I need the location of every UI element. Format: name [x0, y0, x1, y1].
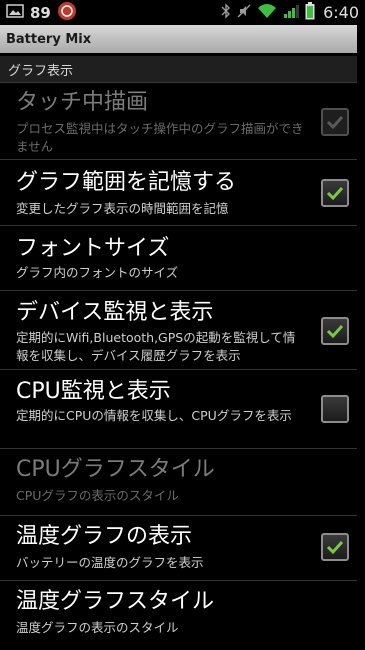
app-title: Battery Mix: [6, 31, 92, 47]
pref-cpu-monitor[interactable]: CPU監視と表示 定期的にCPUの情報を収集し、CPUグラフを表示: [0, 371, 358, 449]
notification-count: 89: [30, 3, 51, 22]
pref-title: 温度グラフの表示: [16, 524, 193, 549]
clock: 6:40: [323, 3, 359, 22]
pref-title: フォントサイズ: [16, 236, 170, 261]
checkbox[interactable]: [321, 179, 349, 207]
check-icon: [326, 115, 344, 130]
mute-icon: [237, 3, 251, 23]
image-icon: [6, 3, 24, 22]
category-header: グラフ表示: [0, 56, 358, 83]
pref-title: デバイス監視と表示: [16, 300, 214, 325]
category-label: グラフ表示: [8, 63, 74, 79]
scrollbar-track: [357, 25, 365, 650]
status-bar: 89 6:40: [0, 0, 365, 25]
pref-summary: グラフ内のフォントのサイズ: [16, 265, 179, 280]
pref-summary: 温度グラフの表示のスタイル: [16, 620, 179, 635]
pref-summary: バッテリーの温度のグラフを表示: [16, 555, 204, 570]
bluetooth-icon: [221, 2, 231, 23]
app-title-bar: Battery Mix: [0, 25, 363, 53]
pref-title: CPU監視と表示: [16, 379, 171, 404]
pref-temp-graph[interactable]: 温度グラフの表示 バッテリーの温度のグラフを表示: [0, 517, 358, 581]
pref-temp-graph-style[interactable]: 温度グラフスタイル 温度グラフの表示のスタイル: [0, 582, 358, 650]
checkbox[interactable]: [321, 108, 349, 136]
battery-icon: [305, 1, 315, 24]
pref-title: 温度グラフスタイル: [16, 589, 215, 614]
checkbox[interactable]: [321, 317, 349, 345]
pref-touch-drawing[interactable]: タッチ中描画 プロセス監視中はタッチ操作中のグラフ描画ができません: [0, 84, 358, 160]
pref-title: CPUグラフスタイル: [16, 457, 215, 482]
pref-title: タッチ中描画: [16, 90, 149, 115]
pref-device-monitor[interactable]: デバイス監視と表示 定期的にWifi,Bluetooth,GPSの起動を監視して…: [0, 292, 358, 370]
wifi-icon: [257, 3, 277, 23]
check-icon: [326, 324, 344, 339]
check-icon: [326, 186, 344, 201]
pref-summary: 定期的にCPUの情報を収集し、CPUグラフを表示: [16, 408, 292, 423]
pref-cpu-graph-style[interactable]: CPUグラフスタイル CPUグラフの表示のスタイル: [0, 450, 358, 516]
pref-title: グラフ範囲を記憶する: [16, 170, 237, 195]
check-icon: [326, 540, 344, 555]
app-notification-icon: [57, 1, 77, 25]
signal-icon: [283, 3, 300, 23]
pref-remember-range[interactable]: グラフ範囲を記憶する 変更したグラフ表示の時間範囲を記憶: [0, 161, 358, 226]
pref-summary: 定期的にWifi,Bluetooth,GPSの起動を監視して情報を収集し、デバイ…: [16, 330, 296, 363]
pref-summary: 変更したグラフ表示の時間範囲を記憶: [16, 201, 229, 216]
checkbox[interactable]: [321, 395, 349, 423]
pref-summary: CPUグラフの表示のスタイル: [16, 488, 179, 503]
pref-summary: プロセス監視中はタッチ操作中のグラフ描画ができません: [16, 121, 304, 154]
checkbox[interactable]: [321, 533, 349, 561]
pref-font-size[interactable]: フォントサイズ グラフ内のフォントのサイズ: [0, 227, 358, 291]
